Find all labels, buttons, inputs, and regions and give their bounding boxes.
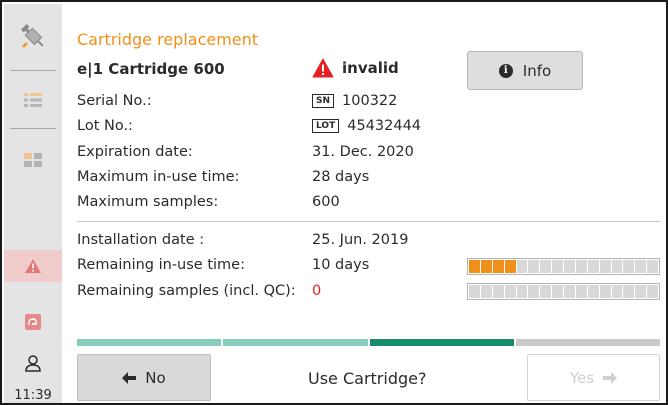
installation-date: 25. Jun. 2019 xyxy=(312,232,409,248)
bar-segment xyxy=(480,260,492,273)
sidebar-item-alerts[interactable] xyxy=(4,250,62,282)
no-button[interactable]: No xyxy=(77,354,211,401)
sidebar-item-list[interactable] xyxy=(4,87,62,113)
detail-row-max-time: Maximum in-use time: 28 days xyxy=(77,169,666,191)
sidebar-separator xyxy=(10,70,56,71)
bar-segment xyxy=(587,285,599,298)
bar-segment xyxy=(504,260,516,273)
bar-segment xyxy=(647,285,658,298)
bar-segment xyxy=(623,285,635,298)
bar-segment xyxy=(599,285,611,298)
remaining-time-bar xyxy=(467,258,660,275)
lot-tag: LOT xyxy=(312,119,340,133)
detail-row-serial: Serial No.: SN 100322 xyxy=(77,93,666,115)
max-in-use-time: 28 days xyxy=(312,169,370,185)
bar-segment xyxy=(647,260,658,273)
page-title: Cartridge replacement xyxy=(77,30,259,49)
bar-segment xyxy=(635,260,647,273)
bar-segment xyxy=(587,260,599,273)
expiration-date: 31. Dec. 2020 xyxy=(312,144,414,160)
bar-segment xyxy=(564,260,575,273)
sidebar-item-grid[interactable] xyxy=(4,147,62,173)
sidebar-item-user[interactable] xyxy=(4,350,62,376)
remaining-in-use-time: 10 days xyxy=(312,257,370,273)
bar-segment xyxy=(599,260,611,273)
detail-key: Expiration date: xyxy=(77,144,193,160)
sidebar-item-syringe[interactable] xyxy=(4,14,62,58)
bar-segment xyxy=(611,285,623,298)
bar-segment xyxy=(528,260,540,273)
bar-segment xyxy=(480,285,492,298)
sidebar-separator xyxy=(10,128,56,129)
detail-value: SN 100322 xyxy=(312,93,397,109)
info-icon: i xyxy=(498,63,513,78)
bar-segment xyxy=(611,260,623,273)
yes-button-label: Yes xyxy=(569,368,595,387)
max-samples: 600 xyxy=(312,194,340,210)
warning-icon xyxy=(25,259,41,273)
bar-segment xyxy=(635,285,647,298)
warning-icon xyxy=(312,58,334,78)
bar-segment xyxy=(623,260,635,273)
detail-key: Lot No.: xyxy=(77,118,133,134)
lot-number: 45432444 xyxy=(347,118,422,134)
detail-row-lot: Lot No.: LOT 45432444 xyxy=(77,118,666,140)
bar-segment xyxy=(492,285,504,298)
detail-row-expiration: Expiration date: 31. Dec. 2020 xyxy=(77,144,666,166)
bar-segment xyxy=(575,260,587,273)
clock-time: 11:39 xyxy=(14,388,52,403)
bar-segment xyxy=(492,260,504,273)
arrow-left-icon xyxy=(122,371,137,384)
bar-segment xyxy=(552,285,563,298)
serial-number: 100322 xyxy=(342,93,398,109)
wizard-step xyxy=(515,339,660,346)
list-icon xyxy=(24,93,42,107)
wizard-progress xyxy=(77,339,660,346)
bar-segment xyxy=(516,285,528,298)
bar-segment xyxy=(504,285,516,298)
app-window: 11:39 Cartridge replacement e|1 Cartridg… xyxy=(0,0,668,405)
user-icon xyxy=(25,355,41,372)
bar-segment xyxy=(540,285,552,298)
grid-icon xyxy=(24,153,42,167)
wizard-step xyxy=(223,339,368,346)
bar-segment xyxy=(528,285,540,298)
arrow-right-icon xyxy=(603,371,618,384)
status-indicator: invalid xyxy=(312,58,399,78)
detail-key: Serial No.: xyxy=(77,93,152,109)
bar-segment xyxy=(469,260,480,273)
yes-button[interactable]: Yes xyxy=(527,354,660,401)
serial-tag: SN xyxy=(312,94,335,108)
cartridge-icon xyxy=(25,314,41,330)
section-divider xyxy=(77,221,660,222)
info-button-label: Info xyxy=(522,61,552,80)
status-label: invalid xyxy=(342,59,399,77)
info-button[interactable]: i Info xyxy=(467,51,583,90)
cartridge-name: e|1 Cartridge 600 xyxy=(77,60,225,78)
detail-key: Maximum in-use time: xyxy=(77,169,240,185)
syringe-icon xyxy=(20,23,44,48)
usage-row-installation: Installation date : 25. Jun. 2019 xyxy=(77,232,666,254)
remaining-samples: 0 xyxy=(312,283,322,299)
detail-value: LOT 45432444 xyxy=(312,118,421,134)
main-panel: Cartridge replacement e|1 Cartridge 600 … xyxy=(77,2,666,403)
bar-segment xyxy=(552,260,563,273)
usage-key: Remaining samples (incl. QC): xyxy=(77,283,296,299)
remaining-samples-bar xyxy=(467,283,660,300)
wizard-step xyxy=(369,339,514,346)
bar-segment xyxy=(516,260,528,273)
bar-segment xyxy=(564,285,575,298)
usage-key: Installation date : xyxy=(77,232,205,248)
bar-segment xyxy=(540,260,552,273)
usage-key: Remaining in-use time: xyxy=(77,257,245,273)
sidebar: 11:39 xyxy=(4,4,62,403)
wizard-step xyxy=(77,339,222,346)
bar-segment xyxy=(575,285,587,298)
no-button-label: No xyxy=(145,368,166,387)
confirm-question: Use Cartridge? xyxy=(308,369,427,388)
sidebar-item-cartridge[interactable] xyxy=(4,309,62,335)
detail-key: Maximum samples: xyxy=(77,194,219,210)
bar-segment xyxy=(469,285,480,298)
detail-row-max-samples: Maximum samples: 600 xyxy=(77,194,666,216)
